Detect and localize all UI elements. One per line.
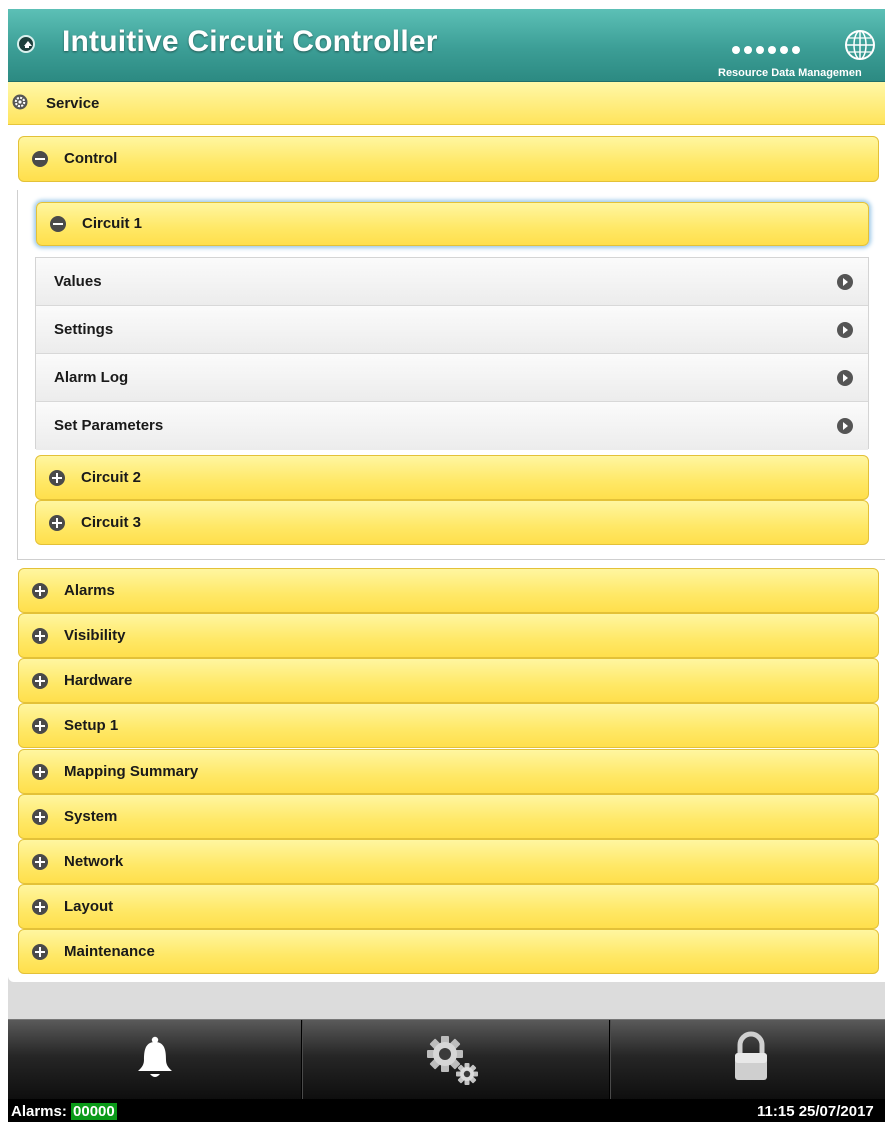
service-label: Service [46,95,100,112]
section-label: Mapping Summary [64,762,199,780]
globe-icon [845,30,875,60]
section-label: Setup 1 [64,716,119,734]
menu-item-values[interactable]: Values [36,258,868,306]
plus-icon [49,469,65,486]
main-content: Service Control Circuit 1 Values Setting… [8,82,885,982]
app-window: Intuitive Circuit Controller Resource Da… [8,9,885,1122]
logo-text: Resource Data Managemen [718,67,862,79]
company-logo: Resource Data Managemen [716,23,885,79]
arrow-right-icon [837,274,853,290]
bell-icon [138,1036,172,1077]
plus-icon [32,853,48,870]
section-hardware[interactable]: Hardware [18,658,879,703]
section-layout[interactable]: Layout [18,884,879,929]
app-title: Intuitive Circuit Controller [62,25,438,58]
section-label: Alarms [64,581,115,599]
circuit-1-header[interactable]: Circuit 1 [36,202,869,246]
minus-icon [50,216,66,232]
datetime: 11:15 25/07/2017 [757,1103,874,1120]
app-header: Intuitive Circuit Controller Resource Da… [8,9,885,82]
section-mapping-summary[interactable]: Mapping Summary [18,749,879,794]
logo-dots [732,41,804,59]
menu-item-set-parameters[interactable]: Set Parameters [36,402,868,450]
menu-item-label: Settings [54,321,114,338]
menu-item-label: Set Parameters [54,417,164,434]
plus-icon [32,763,48,780]
service-header[interactable]: Service [8,82,885,125]
control-accordion-header[interactable]: Control [18,136,879,182]
alarm-count-badge: 00000 [71,1103,117,1120]
settings-button[interactable] [302,1020,610,1100]
plus-icon [32,717,48,734]
section-network[interactable]: Network [18,839,879,884]
section-label: Network [64,852,124,870]
section-system[interactable]: System [18,794,879,839]
section-label: Maintenance [64,942,155,960]
menu-item-settings[interactable]: Settings [36,306,868,354]
section-visibility[interactable]: Visibility [18,613,879,658]
control-panel: Circuit 1 Values Settings Alarm Log Set … [17,190,885,560]
menu-item-label: Values [54,273,102,290]
plus-icon [49,514,65,531]
circuit-1-label: Circuit 1 [82,215,143,232]
alarms-status: Alarms: 00000 [11,1103,117,1120]
alarms-label: Alarms: [11,1103,72,1120]
section-label: Visibility [64,626,126,644]
plus-icon [32,808,48,825]
menu-item-alarm-log[interactable]: Alarm Log [36,354,868,402]
arrow-right-icon [837,322,853,338]
bottom-toolbar [8,1019,885,1100]
section-label: System [64,807,118,825]
circuit-1-menu: Values Settings Alarm Log Set Parameters [35,257,869,450]
plus-icon [32,582,48,599]
gear-icon [12,94,28,110]
circuit-3-label: Circuit 3 [81,513,142,531]
gears-icon [427,1036,478,1085]
status-bar: Alarms: 00000 11:15 25/07/2017 [8,1099,885,1122]
section-label: Layout [64,897,114,915]
section-alarms[interactable]: Alarms [18,568,879,613]
circuit-2-label: Circuit 2 [81,468,142,486]
plus-icon [32,898,48,915]
menu-item-label: Alarm Log [54,369,129,386]
plus-icon [32,627,48,644]
circuit-2-header[interactable]: Circuit 2 [35,455,869,500]
alarms-button[interactable] [8,1020,302,1100]
minus-icon [32,151,48,167]
lock-button[interactable] [610,1020,885,1100]
arrow-right-icon [837,370,853,386]
section-setup-1[interactable]: Setup 1 [18,703,879,748]
plus-icon [32,672,48,689]
circuit-3-header[interactable]: Circuit 3 [35,500,869,545]
arrow-right-icon [837,418,853,434]
control-label: Control [64,150,118,167]
section-label: Hardware [64,671,133,689]
plus-icon [32,943,48,960]
lock-icon [735,1031,767,1080]
section-maintenance[interactable]: Maintenance [18,929,879,974]
home-icon[interactable] [17,35,35,53]
